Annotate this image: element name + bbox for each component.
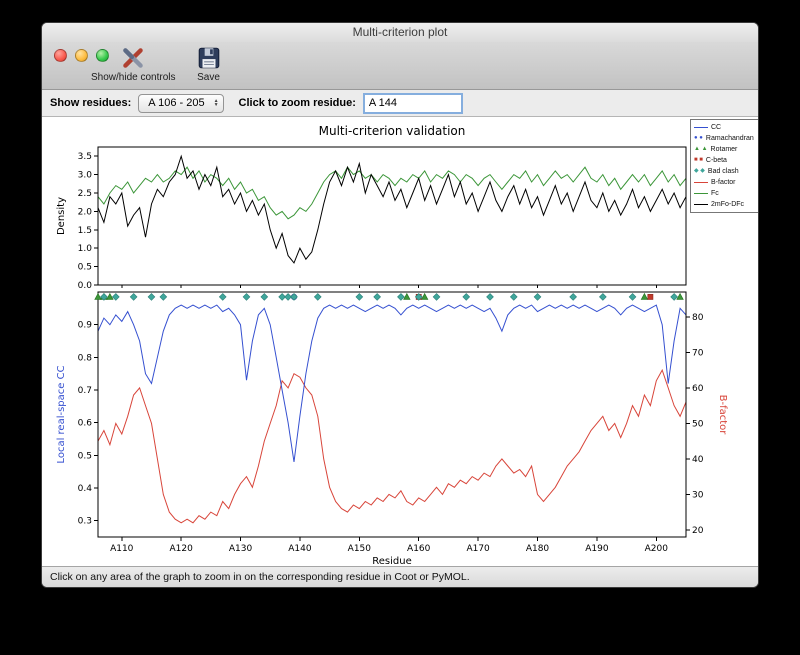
legend-label: CC <box>711 124 722 131</box>
plot-legend: CC ● ● Ramachandran ▲ ▲ Rotamer ■ ■ C-beta ◆ ◆ B… <box>690 119 758 213</box>
svg-text:A160: A160 <box>407 544 431 554</box>
svg-text:A170: A170 <box>466 544 490 554</box>
svg-text:A150: A150 <box>348 544 372 554</box>
zoom-residue-label: Click to zoom residue: <box>238 97 356 109</box>
save-button[interactable]: Save <box>193 45 225 83</box>
svg-text:50: 50 <box>692 419 704 429</box>
status-bar: Click on any area of the graph to zoom i… <box>42 566 758 587</box>
svg-text:0.8: 0.8 <box>78 353 93 363</box>
svg-text:0.9: 0.9 <box>78 321 93 331</box>
controls-row: Show residues: A 106 - 205 ▲ ▼ Click to z… <box>42 90 758 117</box>
legend-label: B-factor <box>711 179 736 186</box>
svg-text:0.6: 0.6 <box>78 419 93 429</box>
svg-text:0.5: 0.5 <box>78 451 92 461</box>
legend-label: Rotamer <box>710 146 738 153</box>
svg-text:0.3: 0.3 <box>78 517 92 527</box>
svg-text:Local real-space CC: Local real-space CC <box>56 365 67 463</box>
legend-swatch-diamonds: ◆ ◆ <box>694 168 705 174</box>
svg-text:2.5: 2.5 <box>78 189 92 199</box>
svg-text:3.0: 3.0 <box>78 171 93 181</box>
multi-criterion-plot-canvas[interactable]: Multi-criterion validation 0.0 0.5 1.0 1.5 2.… <box>42 117 758 566</box>
legend-item: 2mFo-DFc <box>694 199 758 210</box>
legend-item: CC <box>694 122 758 133</box>
legend-label: Ramachandran <box>705 135 754 142</box>
svg-text:20: 20 <box>692 526 704 536</box>
zoom-window-button[interactable] <box>96 49 109 62</box>
figure-area: Multi-criterion validation 0.0 0.5 1.0 1.5 2.… <box>42 117 758 566</box>
status-text: Click on any area of the graph to zoom i… <box>50 571 470 583</box>
legend-label: 2mFo-DFc <box>711 201 745 208</box>
svg-text:3.5: 3.5 <box>78 152 92 162</box>
legend-swatch-line <box>694 193 708 194</box>
show-residues-value: A 106 - 205 <box>148 97 205 109</box>
zoom-residue-input[interactable] <box>362 92 463 114</box>
svg-text:Residue: Residue <box>372 556 411 566</box>
legend-swatch-line <box>694 204 708 205</box>
window-title: Multi-criterion plot <box>352 25 448 39</box>
legend-item: Fc <box>694 188 758 199</box>
svg-text:1.5: 1.5 <box>78 226 92 236</box>
svg-text:1.0: 1.0 <box>78 244 93 254</box>
legend-item: ■ ■ C-beta <box>694 155 758 166</box>
svg-text:0.0: 0.0 <box>78 281 93 291</box>
svg-text:A110: A110 <box>110 544 134 554</box>
minimize-button[interactable] <box>75 49 88 62</box>
close-button[interactable] <box>54 49 67 62</box>
svg-text:A120: A120 <box>169 544 193 554</box>
tools-icon <box>123 48 143 68</box>
legend-label: Fc <box>711 190 719 197</box>
svg-text:A130: A130 <box>229 544 253 554</box>
svg-text:0.4: 0.4 <box>78 484 93 494</box>
svg-text:A140: A140 <box>288 544 312 554</box>
svg-text:80: 80 <box>692 313 704 323</box>
svg-text:2.0: 2.0 <box>78 207 93 217</box>
stepper-arrows-icon: ▲ ▼ <box>213 98 219 108</box>
svg-text:0.7: 0.7 <box>78 386 92 396</box>
legend-label: Bad clash <box>707 168 739 175</box>
legend-swatch-squares: ■ ■ <box>694 157 703 163</box>
legend-swatch-line <box>694 127 708 128</box>
titlebar[interactable]: Multi-criterion plot <box>42 23 758 42</box>
legend-item: B-factor <box>694 177 758 188</box>
traffic-lights <box>54 49 109 62</box>
show-residues-select[interactable]: A 106 - 205 ▲ ▼ <box>138 93 224 113</box>
svg-text:A200: A200 <box>645 544 669 554</box>
legend-swatch-circles: ● ● <box>694 135 703 141</box>
legend-swatch-line <box>694 182 708 183</box>
svg-text:Density: Density <box>56 197 67 235</box>
svg-text:Multi-criterion validation: Multi-criterion validation <box>319 124 466 138</box>
show-hide-controls-label: Show/hide controls <box>91 72 176 83</box>
svg-text:B-factor: B-factor <box>717 395 728 436</box>
svg-text:30: 30 <box>692 490 704 500</box>
save-icon <box>198 47 219 69</box>
legend-item: ● ● Ramachandran <box>694 133 758 144</box>
multi-criterion-plot-window: Multi-criterion plot Show/hide controls <box>41 22 759 588</box>
svg-text:60: 60 <box>692 384 704 394</box>
save-label: Save <box>197 72 220 83</box>
show-residues-label: Show residues: <box>50 97 132 109</box>
svg-text:A180: A180 <box>526 544 550 554</box>
svg-text:70: 70 <box>692 348 704 358</box>
legend-item: ▲ ▲ Rotamer <box>694 144 758 155</box>
svg-text:A190: A190 <box>585 544 609 554</box>
toolbar: Show/hide controls Save <box>42 42 758 90</box>
legend-swatch-triangles: ▲ ▲ <box>694 146 708 152</box>
svg-text:0.5: 0.5 <box>78 263 92 273</box>
legend-label: C-beta <box>705 157 727 164</box>
legend-item: ◆ ◆ Bad clash <box>694 166 758 177</box>
svg-text:40: 40 <box>692 455 704 465</box>
